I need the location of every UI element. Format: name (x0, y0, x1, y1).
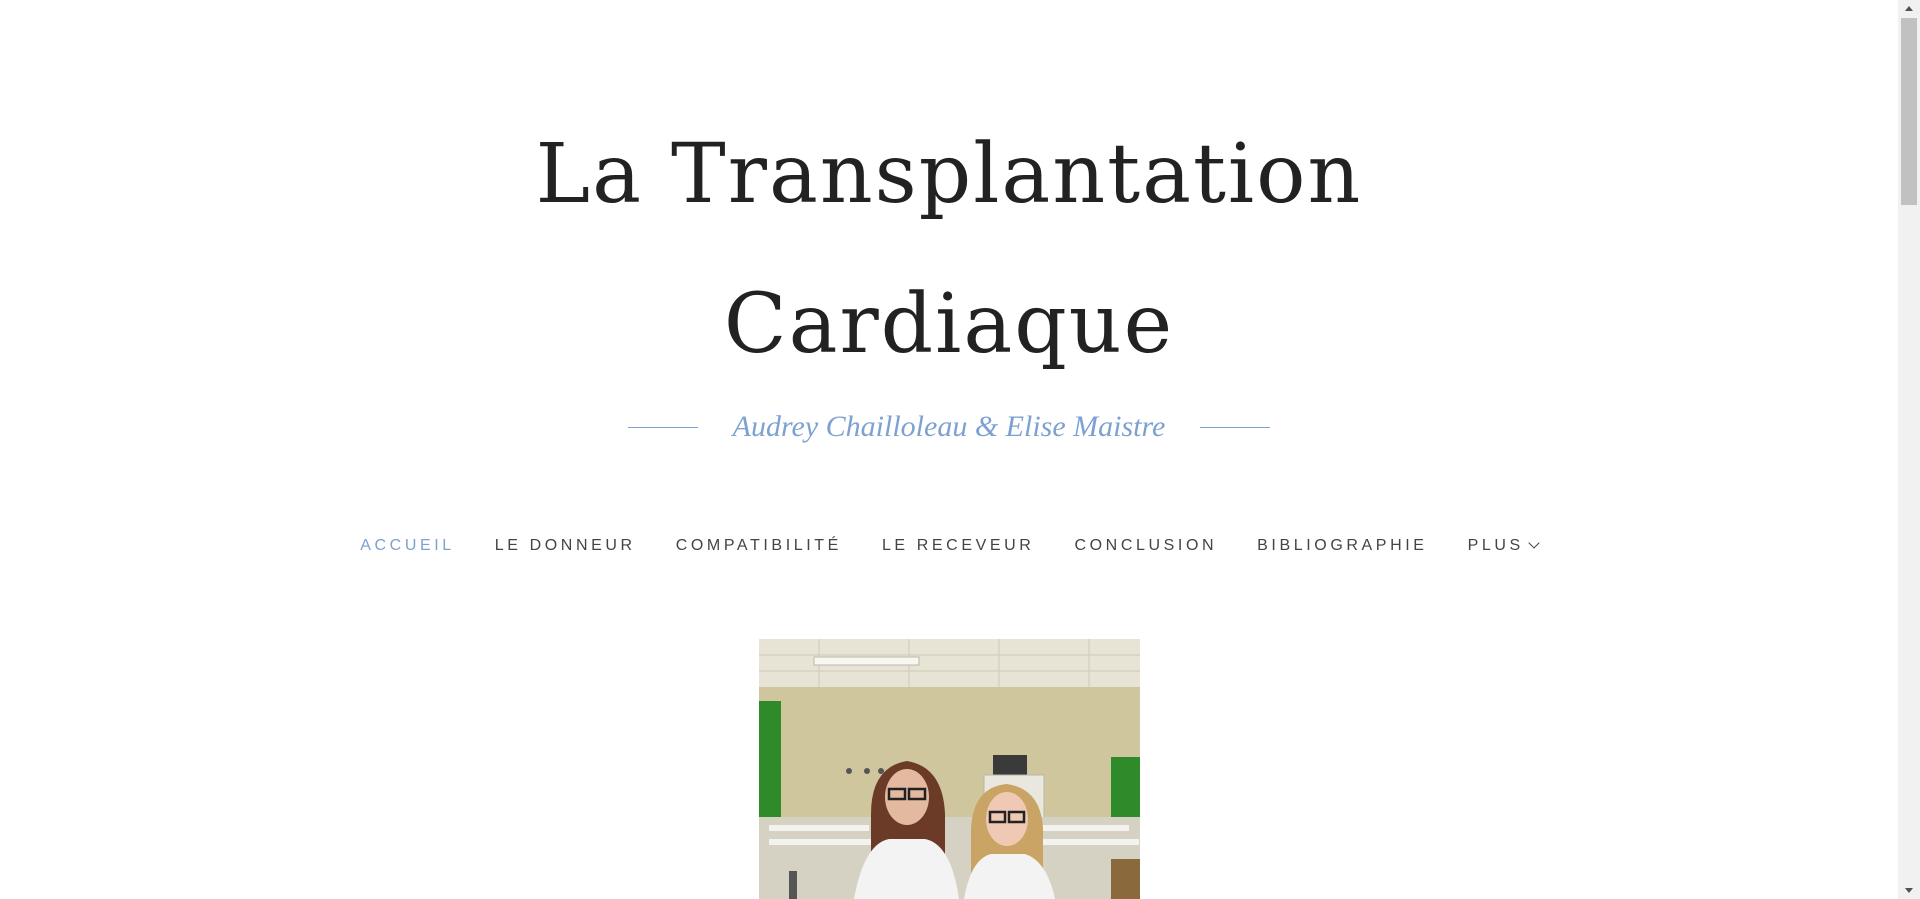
scroll-down-arrow-icon[interactable] (1898, 883, 1920, 899)
scroll-up-arrow-icon[interactable] (1898, 0, 1920, 16)
nav-item-plus[interactable]: PLUS (1467, 537, 1540, 555)
nav-item-le-donneur[interactable]: LE DONNEUR (495, 537, 636, 555)
nav-item-le-receveur[interactable]: LE RECEVEUR (882, 537, 1035, 555)
main-navigation: ACCUEIL LE DONNEUR COMPATIBILITÉ LE RECE… (0, 528, 1898, 564)
nav-item-compatibilite[interactable]: COMPATIBILITÉ (676, 537, 842, 555)
site-subtitle: Audrey Chailloleau & Elise Maistre (732, 410, 1166, 443)
hero-photo (759, 639, 1140, 899)
nav-item-plus-label: PLUS (1467, 537, 1524, 554)
page: La Transplantation Cardiaque Audrey Chai… (0, 0, 1920, 899)
subtitle-row: Audrey Chailloleau & Elise Maistre (0, 402, 1898, 452)
site-title-line-1: La Transplantation (535, 127, 1363, 222)
subtitle-divider-right (1200, 426, 1271, 428)
vertical-scrollbar[interactable] (1898, 0, 1920, 899)
site-title[interactable]: La Transplantation Cardiaque (0, 100, 1898, 400)
chevron-down-icon (1528, 537, 1540, 549)
site-title-line-2: Cardiaque (723, 277, 1175, 372)
subtitle-divider-left (627, 426, 698, 428)
scrollbar-thumb[interactable] (1901, 18, 1917, 205)
nav-item-bibliographie[interactable]: BIBLIOGRAPHIE (1257, 537, 1427, 555)
hero-photo-illustration (759, 639, 1140, 899)
nav-item-accueil[interactable]: ACCUEIL (360, 537, 455, 555)
nav-item-conclusion[interactable]: CONCLUSION (1074, 537, 1217, 555)
